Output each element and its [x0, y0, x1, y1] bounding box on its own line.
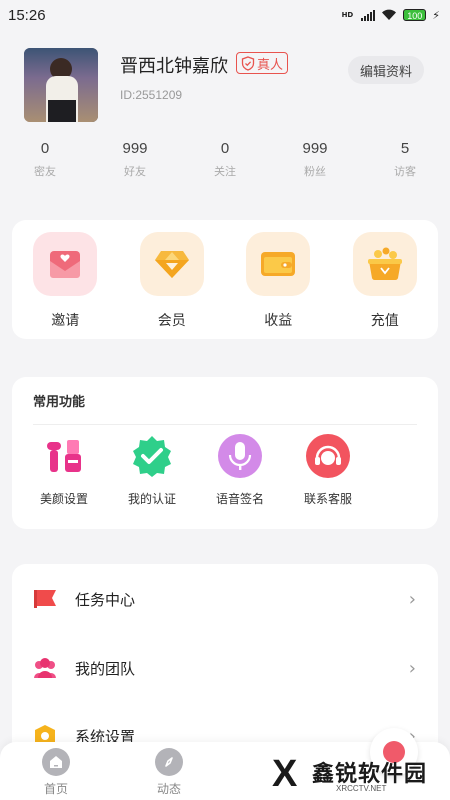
microphone-icon	[216, 432, 264, 480]
stat-label: 访客	[394, 165, 416, 178]
charging-icon: ⚡	[432, 8, 440, 22]
compass-icon	[155, 748, 183, 776]
status-time: 15:26	[8, 6, 46, 24]
watermark-logo: X 鑫锐软件园 XRCCTV.NET	[272, 754, 432, 798]
action-label: 充值	[370, 313, 399, 329]
function-label: 我的认证	[127, 492, 176, 506]
watermark-sub: XRCCTV.NET	[336, 784, 387, 793]
stat-label: 密友	[34, 165, 56, 178]
quick-actions-card: 邀请 会员 收益 充值	[12, 220, 438, 339]
verified-real-person-badge: 真人	[236, 52, 289, 74]
section-title: 常用功能	[33, 395, 86, 410]
stat-fans[interactable]: 999 粉丝	[270, 140, 360, 184]
tab-moments[interactable]: 动态	[139, 748, 199, 797]
stat-following[interactable]: 0 关注	[180, 140, 270, 184]
home-icon	[42, 748, 70, 776]
wallet-icon	[246, 232, 311, 296]
battery-icon: 100	[403, 9, 427, 21]
function-my-verification[interactable]: 我的认证	[108, 432, 196, 507]
verified-badge-icon	[128, 432, 176, 480]
chevron-right-icon: ›	[408, 657, 416, 679]
shield-icon	[241, 55, 255, 71]
menu-task-center[interactable]: 任务中心 ›	[12, 569, 438, 629]
tab-home[interactable]: 首页	[26, 748, 86, 797]
function-contact-support[interactable]: 联系客服	[284, 432, 372, 507]
stat-value: 999	[122, 140, 148, 157]
function-label: 美颜设置	[39, 492, 88, 506]
profile-header: 晋西北钟嘉欣 真人 ID:2551209 编辑资料	[24, 48, 434, 123]
function-grid: 美颜设置 我的认证 语音签名 联系客服	[12, 432, 438, 507]
vip-diamond-icon	[139, 232, 204, 296]
stat-label: 粉丝	[304, 165, 326, 178]
wifi-icon	[382, 9, 397, 20]
tab-label: 动态	[156, 782, 181, 796]
headset-support-icon	[304, 432, 352, 480]
stat-visitors[interactable]: 5 访客	[360, 140, 450, 184]
stat-label: 好友	[124, 165, 146, 178]
tab-label: 首页	[43, 782, 68, 796]
nickname: 晋西北钟嘉欣	[120, 56, 228, 77]
common-functions-card: 常用功能 美颜设置 我的认证 语音签名 联系客服	[12, 377, 438, 529]
stat-value: 0	[220, 140, 230, 157]
menu-label: 任务中心	[75, 590, 136, 609]
stat-close-friends[interactable]: 0 密友	[0, 140, 90, 184]
status-icons: HD 100 ⚡	[342, 9, 440, 22]
edit-profile-button[interactable]: 编辑资料	[347, 56, 424, 84]
stat-friends[interactable]: 999 好友	[90, 140, 180, 184]
stat-value: 999	[302, 140, 328, 157]
function-label: 语音签名	[215, 492, 264, 506]
function-beauty-settings[interactable]: 美颜设置	[20, 432, 108, 507]
menu-my-team[interactable]: 我的团队 ›	[12, 638, 438, 698]
status-bar: 15:26 HD 100 ⚡	[0, 0, 450, 30]
action-invite[interactable]: 邀请	[30, 232, 100, 339]
verify-badge-label: 真人	[257, 57, 284, 73]
menu-label: 我的团队	[75, 659, 136, 678]
function-voice-signature[interactable]: 语音签名	[196, 432, 284, 507]
action-earnings[interactable]: 收益	[243, 232, 313, 339]
chevron-right-icon: ›	[408, 588, 416, 610]
stat-value: 5	[400, 140, 410, 157]
stats-row: 0 密友 999 好友 0 关注 999 粉丝 5 访客	[0, 140, 450, 184]
action-label: 会员	[157, 313, 186, 329]
beauty-cosmetics-icon	[40, 432, 88, 480]
team-icon	[32, 655, 58, 681]
action-vip[interactable]: 会员	[137, 232, 207, 339]
stat-label: 关注	[214, 165, 236, 178]
watermark-mark: X	[272, 753, 298, 795]
action-label: 收益	[264, 313, 293, 329]
stat-value: 0	[40, 140, 50, 157]
invite-envelope-icon	[33, 232, 98, 296]
flag-icon	[32, 586, 58, 612]
user-id: ID:2551209	[120, 88, 183, 102]
divider	[33, 424, 417, 425]
coin-pot-icon	[352, 232, 417, 296]
action-label: 邀请	[51, 313, 80, 329]
signal-icon	[361, 9, 376, 21]
action-recharge[interactable]: 充值	[350, 232, 420, 339]
avatar[interactable]	[24, 48, 98, 122]
network-type-label: HD	[341, 11, 354, 19]
function-label: 联系客服	[303, 492, 352, 506]
